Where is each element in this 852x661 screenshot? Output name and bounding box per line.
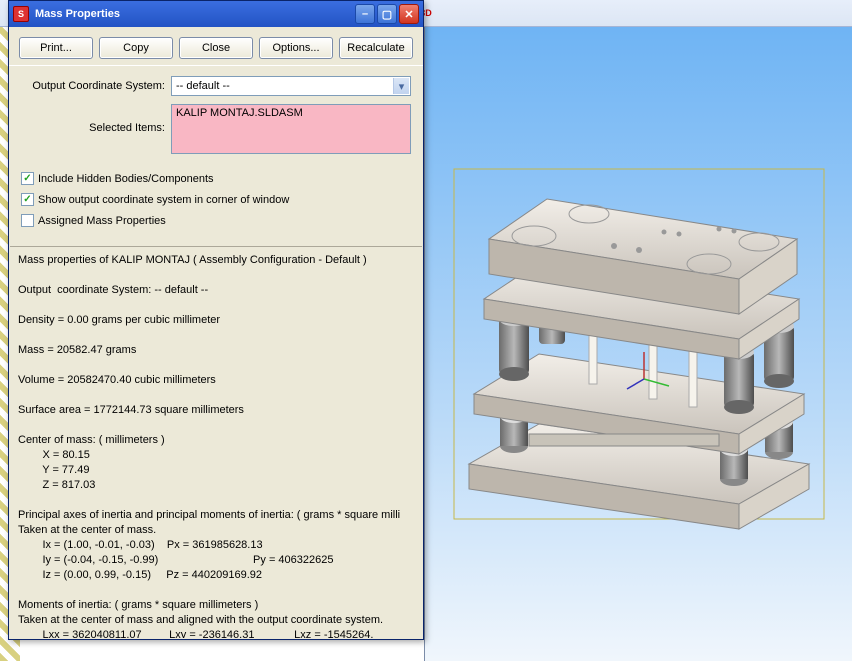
selected-item: KALIP MONTAJ.SLDASM [176, 107, 303, 119]
assigned-mass-checkbox[interactable] [21, 214, 34, 227]
show-coord-label: Show output coordinate system in corner … [38, 194, 289, 206]
results-com-y: Y = 77.49 [18, 464, 89, 476]
selected-items-label: Selected Items: [21, 104, 171, 134]
results-com-z: Z = 817.03 [18, 479, 95, 491]
results-mi-header: Moments of inertia: ( grams * square mil… [18, 599, 258, 611]
results-pa-iz: Iz = (0.00, 0.99, -0.15) Pz = 440209169.… [18, 569, 262, 581]
dialog-titlebar[interactable]: S Mass Properties – ▢ ✕ [9, 1, 423, 27]
show-coord-checkbox[interactable]: ✓ [21, 193, 34, 206]
results-mass: Mass = 20582.47 grams [18, 344, 136, 356]
output-coord-label: Output Coordinate System: [21, 80, 171, 92]
minimize-button[interactable]: – [355, 4, 375, 24]
options-button[interactable]: Options... [259, 37, 333, 59]
results-volume: Volume = 20582470.40 cubic millimeters [18, 374, 216, 386]
results-header: Mass properties of KALIP MONTAJ ( Assemb… [18, 254, 367, 266]
include-hidden-checkbox[interactable]: ✓ [21, 172, 34, 185]
selected-items-list[interactable]: KALIP MONTAJ.SLDASM [171, 104, 411, 154]
print-button[interactable]: Print... [19, 37, 93, 59]
results-com-x: X = 80.15 [18, 449, 90, 461]
copy-button[interactable]: Copy [99, 37, 173, 59]
results-mi-taken: Taken at the center of mass and aligned … [18, 614, 383, 626]
results-com-header: Center of mass: ( millimeters ) [18, 434, 165, 446]
3d-viewport[interactable] [424, 27, 852, 661]
model-render [439, 134, 839, 554]
chevron-down-icon[interactable]: ▾ [393, 78, 409, 94]
results-density: Density = 0.00 grams per cubic millimete… [18, 314, 220, 326]
close-dialog-button[interactable]: Close [179, 37, 253, 59]
close-button[interactable]: ✕ [399, 4, 419, 24]
output-coord-combo[interactable]: -- default -- ▾ [171, 76, 411, 96]
output-coord-value: -- default -- [176, 80, 230, 92]
assigned-mass-label: Assigned Mass Properties [38, 215, 166, 227]
maximize-button[interactable]: ▢ [377, 4, 397, 24]
dialog-title: Mass Properties [35, 8, 120, 20]
results-mi-l1: Lxx = 362040811.07 Lxy = -236146.31 Lxz … [18, 629, 373, 638]
mass-properties-dialog: S Mass Properties – ▢ ✕ Print... Copy Cl… [8, 0, 424, 640]
results-surface: Surface area = 1772144.73 square millime… [18, 404, 244, 416]
results-pa-header: Principal axes of inertia and principal … [18, 509, 400, 521]
app-logo-icon: S [13, 6, 29, 22]
results-pa-iy: Iy = (-0.04, -0.15, -0.99) Py = 40632262… [18, 554, 333, 566]
results-pa-taken: Taken at the center of mass. [18, 524, 156, 536]
dialog-form: Output Coordinate System: -- default -- … [9, 66, 423, 168]
results-pane[interactable]: Mass properties of KALIP MONTAJ ( Assemb… [10, 246, 422, 638]
results-pa-ix: Ix = (1.00, -0.01, -0.03) Px = 361985628… [18, 539, 263, 551]
results-outcoord: Output coordinate System: -- default -- [18, 284, 208, 296]
dialog-button-row: Print... Copy Close Options... Recalcula… [9, 27, 423, 66]
include-hidden-label: Include Hidden Bodies/Components [38, 173, 214, 185]
recalculate-button[interactable]: Recalculate [339, 37, 413, 59]
